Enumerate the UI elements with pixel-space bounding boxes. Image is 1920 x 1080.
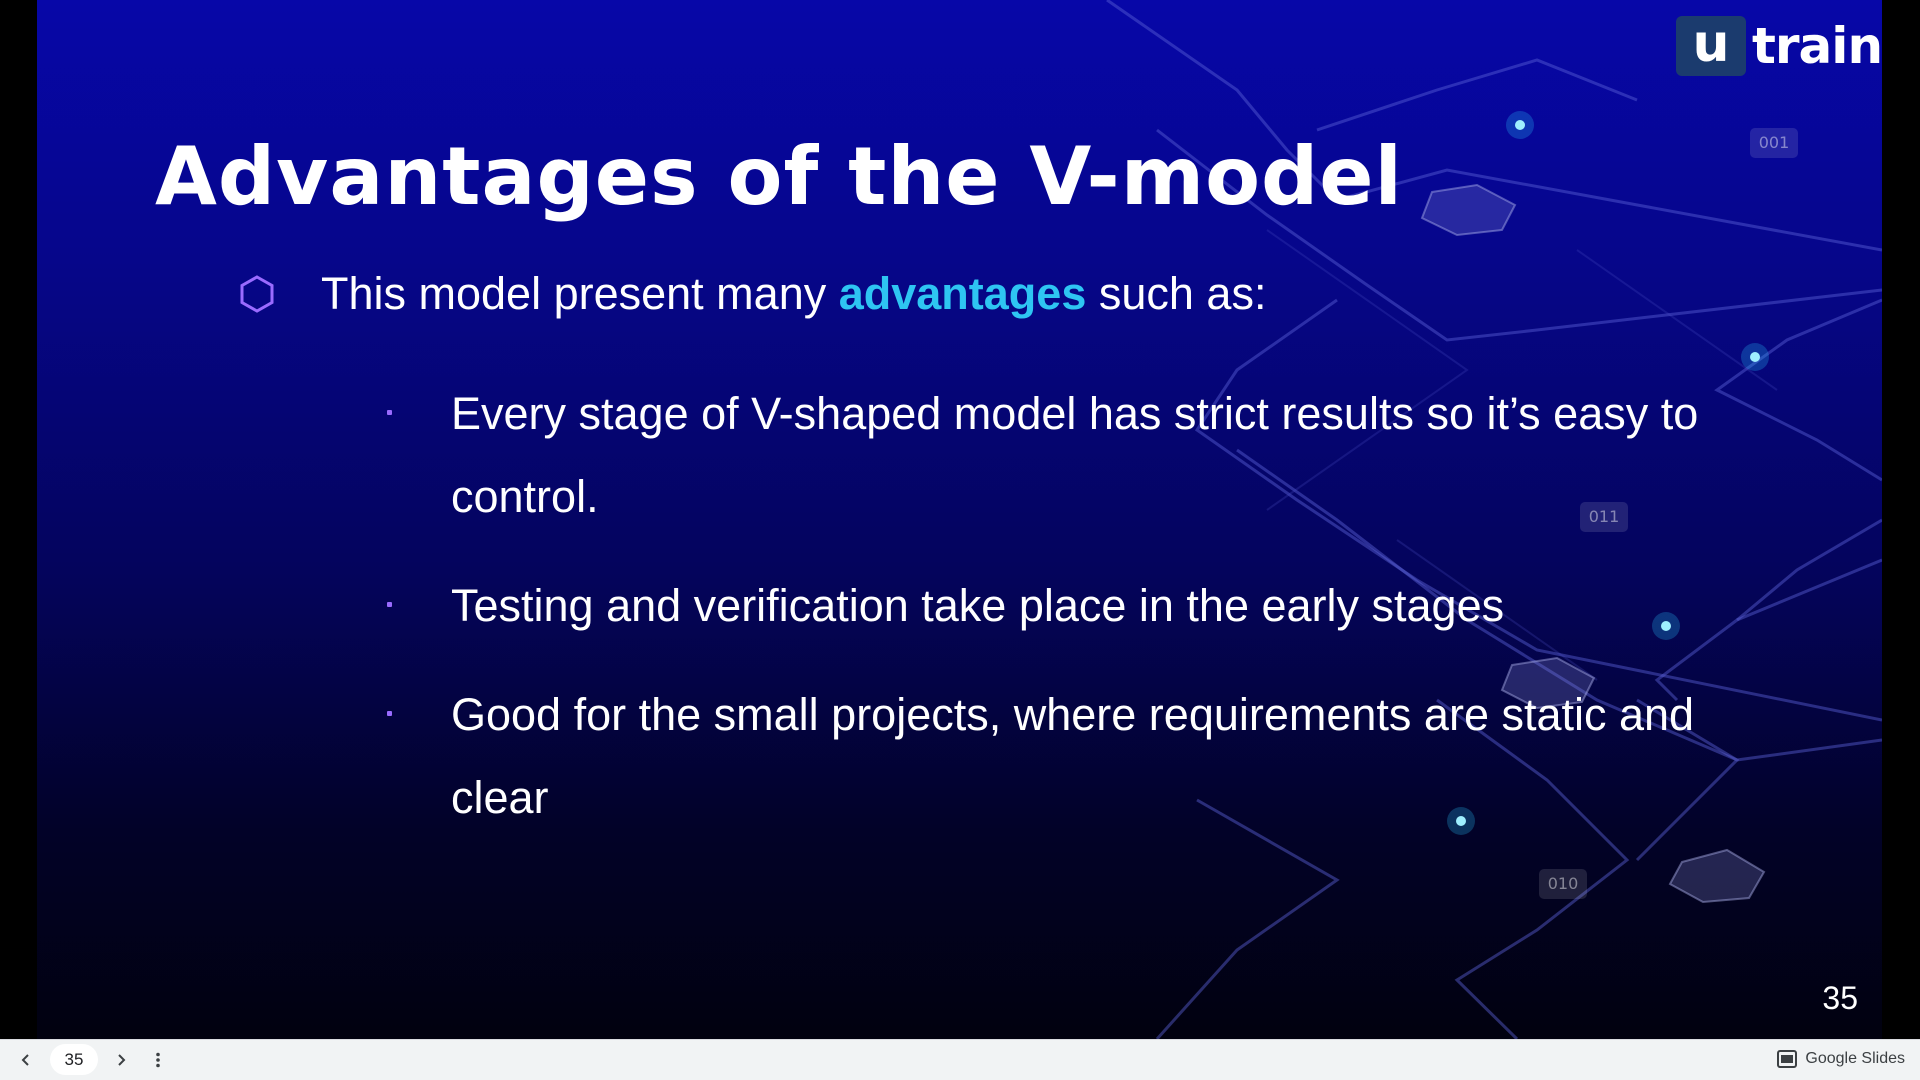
list-item: Testing and verification take place in t… [375,564,1795,647]
binary-tag: 001 [1759,133,1790,152]
previous-slide-button[interactable] [14,1048,38,1072]
binary-tag: 010 [1548,874,1579,893]
advantages-list: Every stage of V-shaped model has strict… [375,372,1795,865]
list-item-text: Good for the small projects, where requi… [451,689,1695,823]
utrain-logo: u train [1676,16,1882,76]
list-item: Every stage of V-shaped model has strict… [375,372,1795,538]
dot-bullet-icon [387,711,392,716]
chevron-right-icon [118,1054,126,1066]
bullet-prefix: This model present many [321,268,839,319]
main-bullet-text: This model present many advantages such … [321,268,1266,320]
google-slides-link[interactable]: Google Slides [1777,1050,1905,1068]
hexagon-bullet-icon [240,275,274,313]
dot-bullet-icon [387,410,392,415]
more-vert-icon [156,1052,160,1068]
logo-mark: u [1676,16,1746,76]
list-item-text: Testing and verification take place in t… [451,580,1505,631]
bullet-highlight: advantages [838,268,1087,319]
slides-viewer: 001 011 010 u train Advantages of the V-… [0,0,1920,1080]
slide-canvas[interactable]: 001 011 010 u train Advantages of the V-… [37,0,1882,1039]
slide-title: Advantages of the V-model [155,130,1403,223]
slide-page-number: 35 [1822,980,1858,1016]
next-slide-button[interactable] [109,1048,133,1072]
chevron-left-icon [21,1054,29,1066]
list-item-text: Every stage of V-shaped model has strict… [451,388,1699,522]
google-slides-label: Google Slides [1805,1050,1905,1067]
main-bullet: This model present many advantages such … [237,268,1266,320]
current-slide-indicator[interactable]: 35 [50,1044,98,1075]
more-options-button[interactable] [146,1048,170,1072]
dot-bullet-icon [387,602,392,607]
logo-text: train [1752,17,1882,75]
slides-icon [1777,1050,1798,1068]
bullet-suffix: such as: [1086,268,1267,319]
list-item: Good for the small projects, where requi… [375,673,1795,839]
slides-toolbar: 35 Google Slides [0,1039,1920,1080]
